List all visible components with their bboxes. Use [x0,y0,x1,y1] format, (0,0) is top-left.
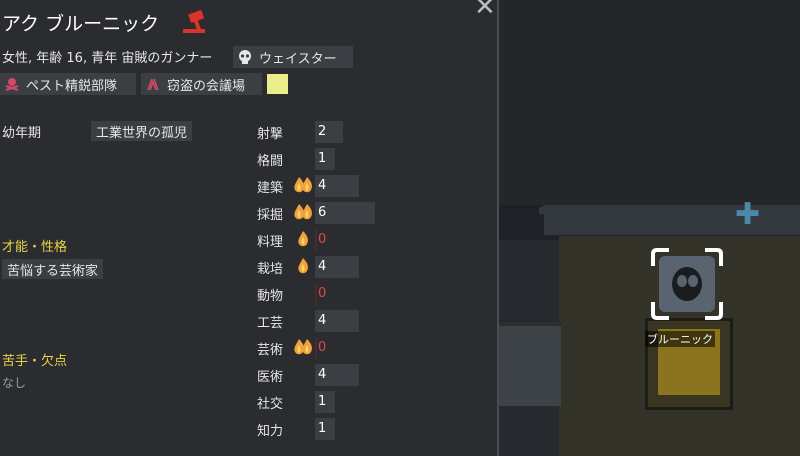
skill-level: 0 [318,232,327,247]
map-wall-left [499,322,561,406]
skill-level: 2 [318,124,327,139]
skill-level: 1 [318,151,327,166]
skill-level: 4 [318,259,327,274]
skill-bar[interactable] [315,229,317,251]
title-label: 窃盗の会議場 [167,78,246,94]
skill-level: 1 [318,394,327,409]
faction-chip[interactable]: ペスト精鋭部隊 [0,73,136,95]
title-chip[interactable]: 窃盗の会議場 [141,73,262,95]
pawn-map-label: ブルーニック [645,331,715,347]
major-passion-icon [294,177,312,193]
map-wall [544,205,800,235]
map-dark-area [499,0,800,205]
skill-level: 0 [318,286,327,301]
pawn-selection[interactable] [651,248,723,320]
close-icon[interactable]: ✕ [474,0,496,20]
faction-icon [5,78,19,91]
skill-name: 料理 [257,235,284,250]
skill-name: 動物 [257,289,284,304]
skill-bar[interactable] [315,283,317,305]
skill-bar[interactable] [315,337,317,359]
minor-passion-icon [298,231,308,247]
trait-name: 苦悩する芸術家 [7,263,99,279]
backstory-value: 工業世界の孤児 [96,125,188,141]
medical-cross-icon: ✚ [735,197,761,232]
ideology-label: ウェイスター [259,51,337,67]
character-panel: ✕ アク ブルーニック 女性, 年齢 16, 青年 宙賊のガンナー ウェイスター… [0,0,497,456]
skill-level: 4 [318,313,327,328]
skill-level: 1 [318,421,327,436]
skill-level: 6 [318,205,327,220]
skill-name: 知力 [257,424,284,439]
backstory-childhood[interactable]: 工業世界の孤児 [91,121,193,141]
skill-name: 格闘 [257,154,284,169]
skull-icon [239,50,251,64]
traits-label: 才能・性格 [2,240,68,255]
game-map[interactable]: ✚ ブルーニック [499,0,800,456]
skill-name: 採掘 [257,208,284,223]
title-icon [147,78,159,91]
incapable-label: 苦手・欠点 [2,354,68,369]
incapable-value: なし [2,376,27,390]
skill-level: 4 [318,178,327,193]
pawn-name[interactable]: アク ブルーニック [2,9,159,36]
skill-name: 栽培 [257,262,284,277]
skill-name: 射撃 [257,127,284,142]
major-passion-icon [294,339,312,355]
major-passion-icon [294,204,312,220]
backstory-label: 幼年期 [2,126,42,141]
skill-name: 医術 [257,370,284,385]
faction-color-swatch[interactable] [267,74,288,94]
ideology-chip[interactable]: ウェイスター [233,46,353,68]
pawn-description: 女性, 年齢 16, 青年 宙賊のガンナー [2,51,213,66]
skill-name: 芸術 [257,343,284,358]
skill-name: 工芸 [257,316,284,331]
skill-level: 4 [318,367,327,382]
skill-level: 0 [318,340,327,355]
minor-passion-icon [298,258,308,274]
skill-name: 建築 [257,181,284,196]
faction-label: ペスト精鋭部隊 [26,78,118,94]
gavel-icon [183,10,205,33]
skill-name: 社交 [257,397,284,412]
trait-tag[interactable]: 苦悩する芸術家 [2,259,104,279]
